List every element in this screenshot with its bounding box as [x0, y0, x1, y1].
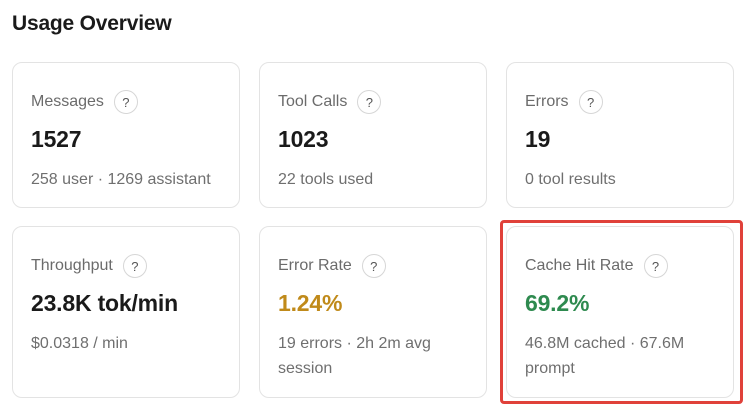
- help-icon[interactable]: ?: [122, 254, 147, 278]
- errors-card: Errors ? 19 0 tool results: [506, 62, 734, 208]
- help-icon[interactable]: ?: [357, 90, 382, 114]
- help-icon[interactable]: ?: [361, 254, 386, 278]
- messages-subtext: 258 user · 1269 assistant: [31, 171, 211, 188]
- page-title: Usage Overview: [12, 12, 172, 35]
- throughput-subtext: $0.0318 / min: [31, 335, 128, 352]
- messages-card: Messages ? 1527 258 user · 1269 assistan…: [12, 62, 240, 208]
- messages-label-row: Messages ?: [31, 90, 138, 114]
- messages-value: 1527: [31, 126, 82, 152]
- tool-calls-label-row: Tool Calls ?: [278, 90, 382, 114]
- cache-hit-rate-label-row: Cache Hit Rate ?: [525, 254, 668, 278]
- throughput-label: Throughput: [31, 257, 113, 274]
- error-rate-card: Error Rate ? 1.24% 19 errors · 2h 2m avg…: [259, 226, 487, 398]
- help-icon[interactable]: ?: [643, 254, 668, 278]
- help-icon[interactable]: ?: [578, 90, 603, 114]
- throughput-value: 23.8K tok/min: [31, 290, 178, 316]
- error-rate-label: Error Rate: [278, 257, 352, 274]
- error-rate-value: 1.24%: [278, 290, 343, 316]
- cache-hit-rate-label: Cache Hit Rate: [525, 257, 634, 274]
- tool-calls-value: 1023: [278, 126, 329, 152]
- tool-calls-card: Tool Calls ? 1023 22 tools used: [259, 62, 487, 208]
- errors-subtext: 0 tool results: [525, 171, 616, 188]
- error-rate-label-row: Error Rate ?: [278, 254, 386, 278]
- tool-calls-subtext: 22 tools used: [278, 171, 374, 188]
- throughput-card: Throughput ? 23.8K tok/min $0.0318 / min: [12, 226, 240, 398]
- cache-hit-rate-value: 69.2%: [525, 290, 590, 316]
- cache-hit-rate-card: Cache Hit Rate ? 69.2% 46.8M cached · 67…: [506, 226, 734, 398]
- help-icon[interactable]: ?: [113, 90, 138, 114]
- messages-label: Messages: [31, 93, 104, 110]
- error-rate-subtext: 19 errors · 2h 2m avg session: [278, 335, 431, 377]
- throughput-label-row: Throughput ?: [31, 254, 147, 278]
- cache-hit-rate-subtext: 46.8M cached · 67.6M prompt: [525, 335, 685, 377]
- errors-label: Errors: [525, 93, 569, 110]
- errors-value: 19: [525, 126, 551, 152]
- errors-label-row: Errors ?: [525, 90, 603, 114]
- tool-calls-label: Tool Calls: [278, 93, 348, 110]
